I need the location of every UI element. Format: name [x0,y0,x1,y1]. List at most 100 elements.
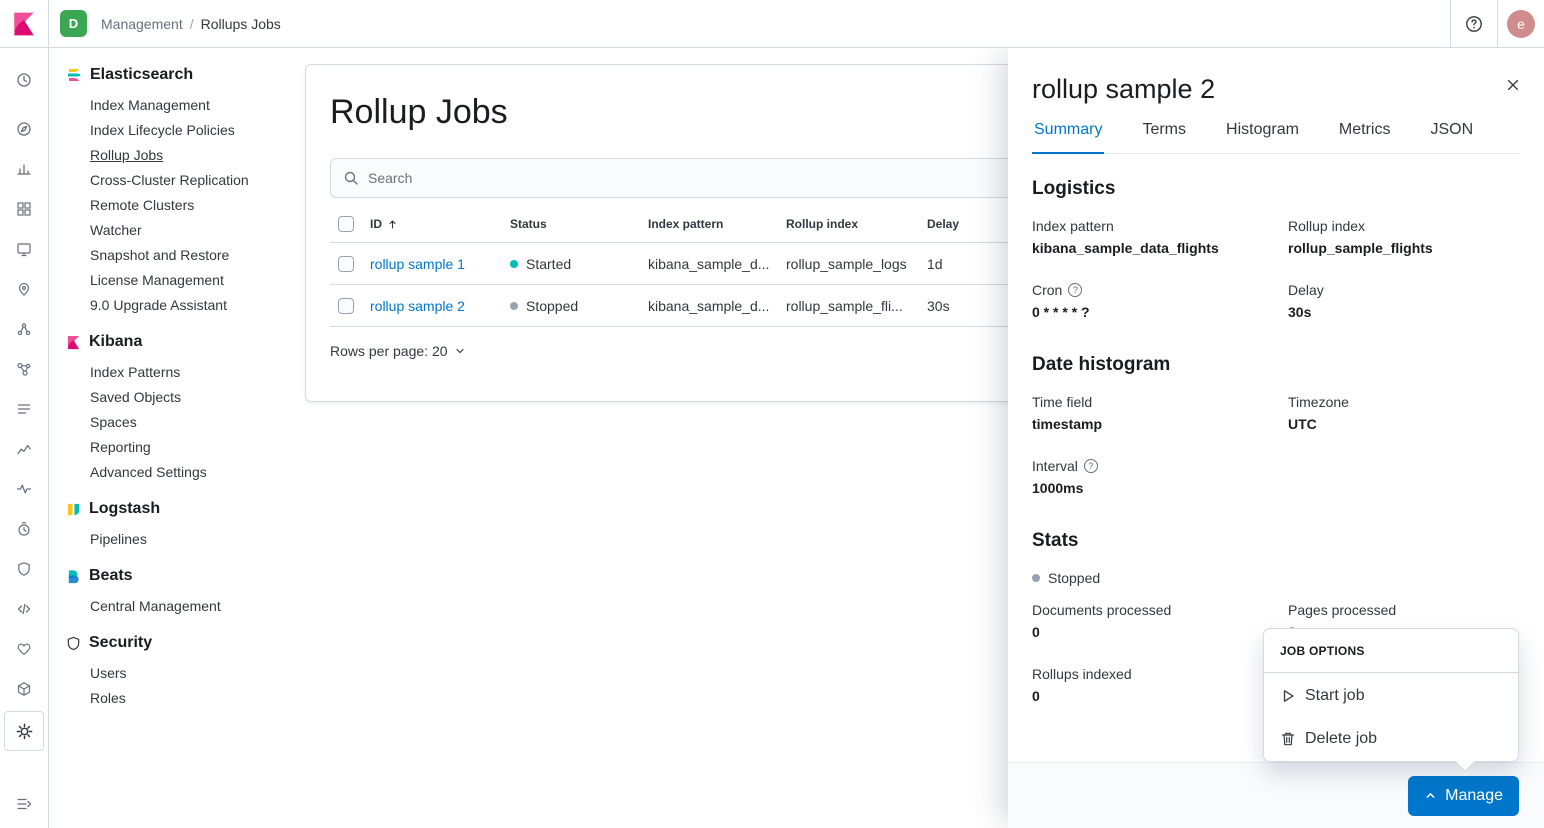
kibana-mini-logo-icon [67,335,80,349]
select-all-checkbox[interactable] [338,216,354,232]
graph-icon[interactable] [0,349,48,389]
tab-json[interactable]: JSON [1428,121,1475,153]
column-header-id[interactable]: ID [370,217,510,231]
time-field-value: timestamp [1032,416,1103,432]
rollup-index-label: Rollup index [1288,218,1366,234]
job-link-rollup-sample-2[interactable]: rollup sample 2 [370,298,465,314]
rollups-indexed-label: Rollups indexed [1032,666,1132,682]
space-badge[interactable]: D [60,10,87,37]
sidebar-item-upgrade-assistant[interactable]: 9.0 Upgrade Assistant [90,293,299,318]
apm-icon[interactable] [0,469,48,509]
user-avatar: e [1507,9,1535,38]
siem-icon[interactable] [0,549,48,589]
help-icon [1466,15,1482,32]
stack-monitoring-icon[interactable] [0,629,48,669]
sidebar-item-advanced-settings[interactable]: Advanced Settings [90,460,299,485]
canvas-icon[interactable] [0,229,48,269]
cron-help-icon[interactable]: ? [1068,283,1083,297]
shield-icon [67,636,80,650]
trash-icon [1281,732,1295,745]
cell-rollup-index: rollup_sample_fli... [786,297,903,314]
visualize-icon[interactable] [0,149,48,189]
sidebar-item-remote-clusters[interactable]: Remote Clusters [90,193,299,218]
tab-metrics[interactable]: Metrics [1337,121,1393,153]
top-header: D Management / Rollups Jobs e [0,0,1544,48]
kibana-logo[interactable] [0,0,49,47]
pages-processed-label: Pages processed [1288,602,1397,618]
recently-viewed-icon[interactable] [0,60,48,100]
logs-icon[interactable] [0,389,48,429]
sidebar-item-cross-cluster-replication[interactable]: Cross-Cluster Replication [90,168,299,193]
maps-icon[interactable] [0,269,48,309]
delete-job-menu-item[interactable]: Delete job [1264,717,1518,760]
flyout-tabs: Summary Terms Histogram Metrics JSON [1032,121,1520,154]
page-title: Rollup Jobs [330,93,508,131]
column-header-status: Status [510,217,547,231]
sidebar-item-watcher[interactable]: Watcher [90,218,299,243]
search-icon [344,171,358,185]
collapse-nav-icon[interactable] [0,788,48,820]
date-histogram-heading: Date histogram [1032,354,1171,375]
column-header-index-pattern: Index pattern [648,217,724,231]
search-bar [330,158,1110,198]
interval-help-icon[interactable]: ? [1083,459,1098,473]
sidebar-item-saved-objects[interactable]: Saved Objects [90,385,299,410]
discover-icon[interactable] [0,109,48,149]
fleet-icon[interactable] [0,669,48,709]
documents-processed-value: 0 [1032,624,1040,640]
metrics-icon[interactable] [0,429,48,469]
close-icon[interactable] [1504,76,1522,94]
index-pattern-label: Index pattern [1032,218,1114,234]
row-checkbox[interactable] [338,255,354,272]
sidebar-item-snapshot-and-restore[interactable]: Snapshot and Restore [90,243,299,268]
manage-button[interactable]: Manage [1408,775,1519,816]
sidebar-item-index-management[interactable]: Index Management [90,93,299,118]
delay-label: Delay [1288,282,1324,298]
breadcrumb: Management / Rollups Jobs [101,16,281,32]
nav-heading-kibana: Kibana [66,333,299,351]
column-header-rollup-index: Rollup index [786,217,858,231]
sidebar-item-reporting[interactable]: Reporting [90,435,299,460]
nav-heading-logstash: Logstash [66,500,299,518]
tab-terms[interactable]: Terms [1140,121,1188,153]
status-dot-stopped [510,301,518,310]
sidebar-item-index-patterns[interactable]: Index Patterns [90,360,299,385]
status-dot-started [510,259,518,268]
management-sidebar: Elasticsearch Index Management Index Lif… [49,48,299,828]
cell-index-pattern: kibana_sample_d... [648,297,770,314]
rollup-index-value: rollup_sample_flights [1288,240,1433,256]
sidebar-item-users[interactable]: Users [90,661,299,686]
sidebar-item-roles[interactable]: Roles [90,686,299,711]
sidebar-item-spaces[interactable]: Spaces [90,410,299,435]
tab-histogram[interactable]: Histogram [1224,121,1301,153]
help-menu-button[interactable] [1450,0,1497,47]
sidebar-item-index-lifecycle-policies[interactable]: Index Lifecycle Policies [90,118,299,143]
delay-value: 30s [1288,304,1312,320]
logistics-heading: Logistics [1032,178,1116,199]
uptime-icon[interactable] [0,509,48,549]
start-job-menu-item[interactable]: Start job [1264,674,1518,717]
stack-management-icon[interactable] [4,711,44,751]
row-checkbox[interactable] [338,297,354,314]
sidebar-item-pipelines[interactable]: Pipelines [90,527,299,552]
index-pattern-value: kibana_sample_data_flights [1032,240,1219,256]
job-link-rollup-sample-1[interactable]: rollup sample 1 [370,256,465,272]
rollups-indexed-value: 0 [1032,688,1040,704]
play-icon [1283,689,1294,702]
tab-summary[interactable]: Summary [1032,121,1105,154]
dashboard-icon[interactable] [0,189,48,229]
breadcrumb-management[interactable]: Management [101,16,183,32]
sidebar-item-license-management[interactable]: License Management [90,268,299,293]
sidebar-item-central-management[interactable]: Central Management [90,594,299,619]
chevron-up-icon [1426,793,1435,798]
sidebar-item-rollup-jobs[interactable]: Rollup Jobs [90,143,299,168]
breadcrumb-separator: / [189,15,194,32]
rows-per-page-button[interactable]: Rows per page: 20 [330,343,466,359]
job-options-title: JOB OPTIONS [1264,629,1518,673]
logistics-section: Logistics Index pattern kibana_sample_da… [1032,178,1520,320]
machine-learning-icon[interactable] [0,309,48,349]
user-menu-button[interactable]: e [1497,0,1544,47]
search-input[interactable] [368,170,1097,186]
dev-tools-icon[interactable] [0,589,48,629]
breadcrumb-current: Rollups Jobs [200,15,281,32]
